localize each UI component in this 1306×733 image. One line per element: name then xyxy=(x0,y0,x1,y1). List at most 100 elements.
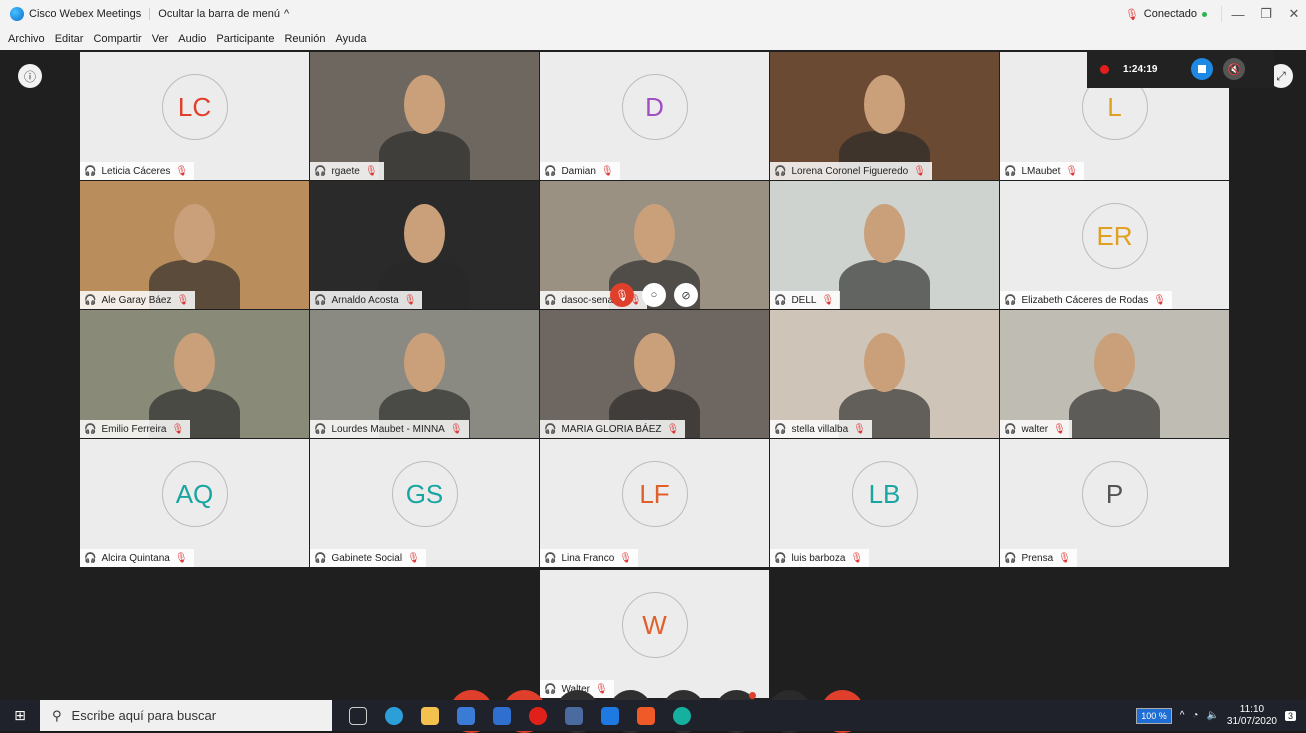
participant-name: Lourdes Maubet - MINNA xyxy=(331,423,445,435)
muted-mic-icon: 🎙 xyxy=(364,165,378,177)
minimize-button[interactable]: — xyxy=(1226,7,1250,22)
participant-tile[interactable]: AQ 🎧 Alcira Quintana 🎙 xyxy=(80,439,309,567)
connection-status[interactable]: 🎙 Conectado xyxy=(1125,6,1222,22)
participant-tile[interactable]: P 🎧 Prensa 🎙 xyxy=(1000,439,1229,567)
participant-tile[interactable]: 🎧 Ale Garay Báez 🎙 xyxy=(80,181,309,309)
participant-tile[interactable]: LC 🎧 Leticia Cáceres 🎙 xyxy=(80,52,309,180)
opera-icon[interactable] xyxy=(520,700,556,731)
muted-mic-icon: 🎙 xyxy=(449,423,463,435)
audio-icon: 🎧 xyxy=(84,294,97,306)
menu-item[interactable]: Audio xyxy=(178,33,206,45)
webex-taskbar-icon[interactable] xyxy=(664,700,700,731)
participant-name: Alcira Quintana xyxy=(101,552,170,564)
participant-tile[interactable]: 🎧 rgaete 🎙 xyxy=(310,52,539,180)
participant-name-bar: 🎧 stella villalba 🎙 xyxy=(770,420,872,438)
participant-tile[interactable]: 🎧 Arnaldo Acosta 🎙 xyxy=(310,181,539,309)
taskbar-search[interactable]: ⚲ Escribe aquí para buscar xyxy=(40,700,332,731)
participant-tile[interactable]: W 🎧 Walter 🎙 xyxy=(540,570,769,698)
participant-tile[interactable]: 🎧 MARIA GLORIA BÁEZ 🎙 xyxy=(540,310,769,438)
muted-mic-icon: 🎙 xyxy=(174,552,188,564)
wifi-icon[interactable]: ◔ xyxy=(1192,710,1198,721)
file-explorer-icon[interactable] xyxy=(412,700,448,731)
audio-icon: 🎧 xyxy=(544,165,557,177)
teamviewer-icon[interactable] xyxy=(592,700,628,731)
muted-mic-icon: 🎙 xyxy=(913,165,926,177)
menu-item[interactable]: Ver xyxy=(152,33,169,45)
chat-participant-button[interactable]: ○ xyxy=(642,283,666,307)
participant-avatar: AQ xyxy=(161,461,228,527)
clock[interactable]: 11:10 31/07/2020 xyxy=(1227,704,1277,728)
volume-icon[interactable]: 🔈 xyxy=(1206,710,1218,721)
participant-name: MARIA GLORIA BÁEZ xyxy=(561,423,662,435)
audio-icon: 🎧 xyxy=(774,294,787,306)
chat-badge xyxy=(749,692,756,699)
participant-avatar: LF xyxy=(621,461,688,527)
mail-icon[interactable] xyxy=(484,700,520,731)
audio-icon: 🎧 xyxy=(314,165,327,177)
participant-tile[interactable]: 🎧 Lourdes Maubet - MINNA 🎙 xyxy=(310,310,539,438)
participant-name-bar: 🎧 Emilio Ferreira 🎙 xyxy=(80,420,191,438)
participant-name-bar: 🎧 Alcira Quintana 🎙 xyxy=(80,549,194,567)
notifications-icon[interactable]: 3 xyxy=(1284,710,1296,721)
store-icon[interactable] xyxy=(448,700,484,731)
muted-mic-icon: 🎙 xyxy=(821,294,835,306)
restore-button[interactable]: ❐ xyxy=(1254,6,1278,22)
participant-tile[interactable]: LF 🎧 Lina Franco 🎙 xyxy=(540,439,769,567)
task-view-icon[interactable] xyxy=(340,700,376,731)
participant-tile[interactable]: D 🎧 Damian 🎙 xyxy=(540,52,769,180)
info-icon[interactable]: ⓘ xyxy=(18,64,42,88)
audio-icon: 🎧 xyxy=(84,552,97,564)
participant-tile[interactable]: GS 🎧 Gabinete Social 🎙 xyxy=(310,439,539,567)
participant-avatar: W xyxy=(621,592,688,658)
clock-date: 31/07/2020 xyxy=(1226,715,1277,727)
audio-icon: 🎧 xyxy=(1004,165,1017,177)
participant-tile[interactable]: 🎧 Lorena Coronel Figueredo 🎙 xyxy=(770,52,999,180)
audio-icon: 🎧 xyxy=(84,165,97,177)
audio-icon: 🎧 xyxy=(84,423,97,435)
windows-taskbar: ⊞ ⚲ Escribe aquí para buscar 100 % ^ ◔ 🔈… xyxy=(0,700,1306,731)
participant-name-bar: 🎧 Lina Franco 🎙 xyxy=(540,549,638,567)
participant-name: Leticia Cáceres xyxy=(101,165,171,177)
windows-start-icon[interactable]: ⊞ xyxy=(0,707,40,724)
mute-participant-button[interactable]: 🎙 xyxy=(610,283,634,307)
tray-expand-icon[interactable]: ^ xyxy=(1180,710,1185,721)
participant-tile[interactable]: 🎧 DELL 🎙 xyxy=(770,181,999,309)
participant-video xyxy=(80,181,309,309)
participant-tile[interactable]: ER 🎧 Elizabeth Cáceres de Rodas 🎙 xyxy=(1000,181,1229,309)
muted-mic-icon: 🎙 xyxy=(850,552,864,564)
participant-tile[interactable]: 🎧 walter 🎙 xyxy=(1000,310,1229,438)
menu-item[interactable]: Compartir xyxy=(93,33,141,45)
system-tray: 100 % ^ ◔ 🔈 11:10 31/07/2020 3 xyxy=(1136,704,1306,728)
recording-mute-button[interactable]: 🔇 xyxy=(1223,58,1246,80)
participant-name: Arnaldo Acosta xyxy=(331,294,399,306)
menu-item[interactable]: Editar xyxy=(55,33,84,45)
hide-menu-bar-toggle[interactable]: Ocultar la barra de menú ^ xyxy=(150,8,289,20)
close-button[interactable]: ✕ xyxy=(1282,6,1306,22)
muted-mic-icon: 🎙 xyxy=(600,165,614,177)
battery-indicator[interactable]: 100 % xyxy=(1136,707,1172,724)
participant-name-bar: 🎧 MARIA GLORIA BÁEZ 🎙 xyxy=(540,420,686,438)
participant-video xyxy=(770,310,999,438)
brave-icon[interactable] xyxy=(628,700,664,731)
stop-recording-button[interactable] xyxy=(1191,58,1214,80)
menu-item[interactable]: Ayuda xyxy=(335,33,366,45)
muted-mic-icon: 🎙 xyxy=(619,552,632,564)
participant-name: luis barboza xyxy=(791,552,846,564)
menu-item[interactable]: Archivo xyxy=(8,33,45,45)
more-participant-button[interactable]: ⊘ xyxy=(674,283,698,307)
audio-icon: 🎧 xyxy=(774,552,787,564)
participant-video xyxy=(770,181,999,309)
app-title: Cisco Webex Meetings xyxy=(29,8,151,20)
participant-tile[interactable]: LB 🎧 luis barboza 🎙 xyxy=(770,439,999,567)
participant-tile[interactable]: 🎧 Emilio Ferreira 🎙 xyxy=(80,310,309,438)
menu-item[interactable]: Reunión xyxy=(284,33,325,45)
edge-icon[interactable] xyxy=(376,700,412,731)
menu-item[interactable]: Participante xyxy=(216,33,274,45)
audio-icon: 🎧 xyxy=(1004,294,1017,306)
muted-mic-icon: 🎙 xyxy=(1065,165,1079,177)
participant-tile[interactable]: 🎧 stella villalba 🎙 xyxy=(770,310,999,438)
audio-icon: 🎧 xyxy=(1004,423,1017,435)
tile-hover-controls: 🎙 ○ ⊘ xyxy=(610,283,698,307)
audio-icon: 🎧 xyxy=(314,423,327,435)
app-icon[interactable] xyxy=(556,700,592,731)
